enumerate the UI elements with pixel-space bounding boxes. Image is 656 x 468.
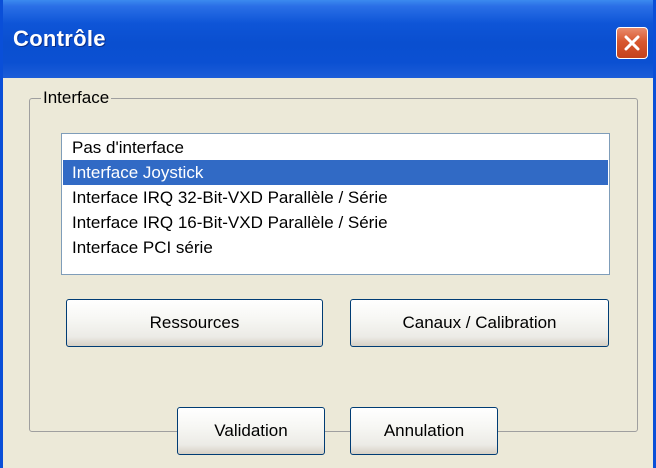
channels-calibration-button-label: Canaux / Calibration	[402, 313, 557, 332]
interface-listbox[interactable]: Pas d'interface Interface Joystick Inter…	[61, 133, 610, 275]
resources-button[interactable]: Ressources	[66, 299, 323, 347]
list-item-irq16-interface[interactable]: Interface IRQ 16-Bit-VXD Parallèle / Sér…	[63, 210, 608, 235]
close-button[interactable]	[616, 27, 648, 59]
window-title: Contrôle	[13, 26, 106, 51]
list-item-joystick-interface[interactable]: Interface Joystick	[63, 160, 608, 185]
resources-button-label: Ressources	[149, 313, 240, 332]
list-item-no-interface[interactable]: Pas d'interface	[63, 135, 608, 160]
validate-button-label: Validation	[214, 421, 288, 440]
cancel-button[interactable]: Annulation	[350, 407, 498, 455]
dialog-body: Interface Pas d'interface Interface Joys…	[3, 78, 653, 468]
list-item-irq32-interface[interactable]: Interface IRQ 32-Bit-VXD Parallèle / Sér…	[63, 185, 608, 210]
close-icon	[624, 35, 640, 51]
list-item-pci-interface[interactable]: Interface PCI série	[63, 235, 608, 260]
title-bar[interactable]: Contrôle	[3, 0, 653, 78]
channels-calibration-button[interactable]: Canaux / Calibration	[350, 299, 609, 347]
interface-group-label: Interface	[41, 88, 112, 108]
cancel-button-label: Annulation	[383, 421, 465, 440]
validate-button[interactable]: Validation	[177, 407, 325, 455]
control-dialog: Contrôle Interface Pas d'interface Inter…	[0, 0, 656, 468]
